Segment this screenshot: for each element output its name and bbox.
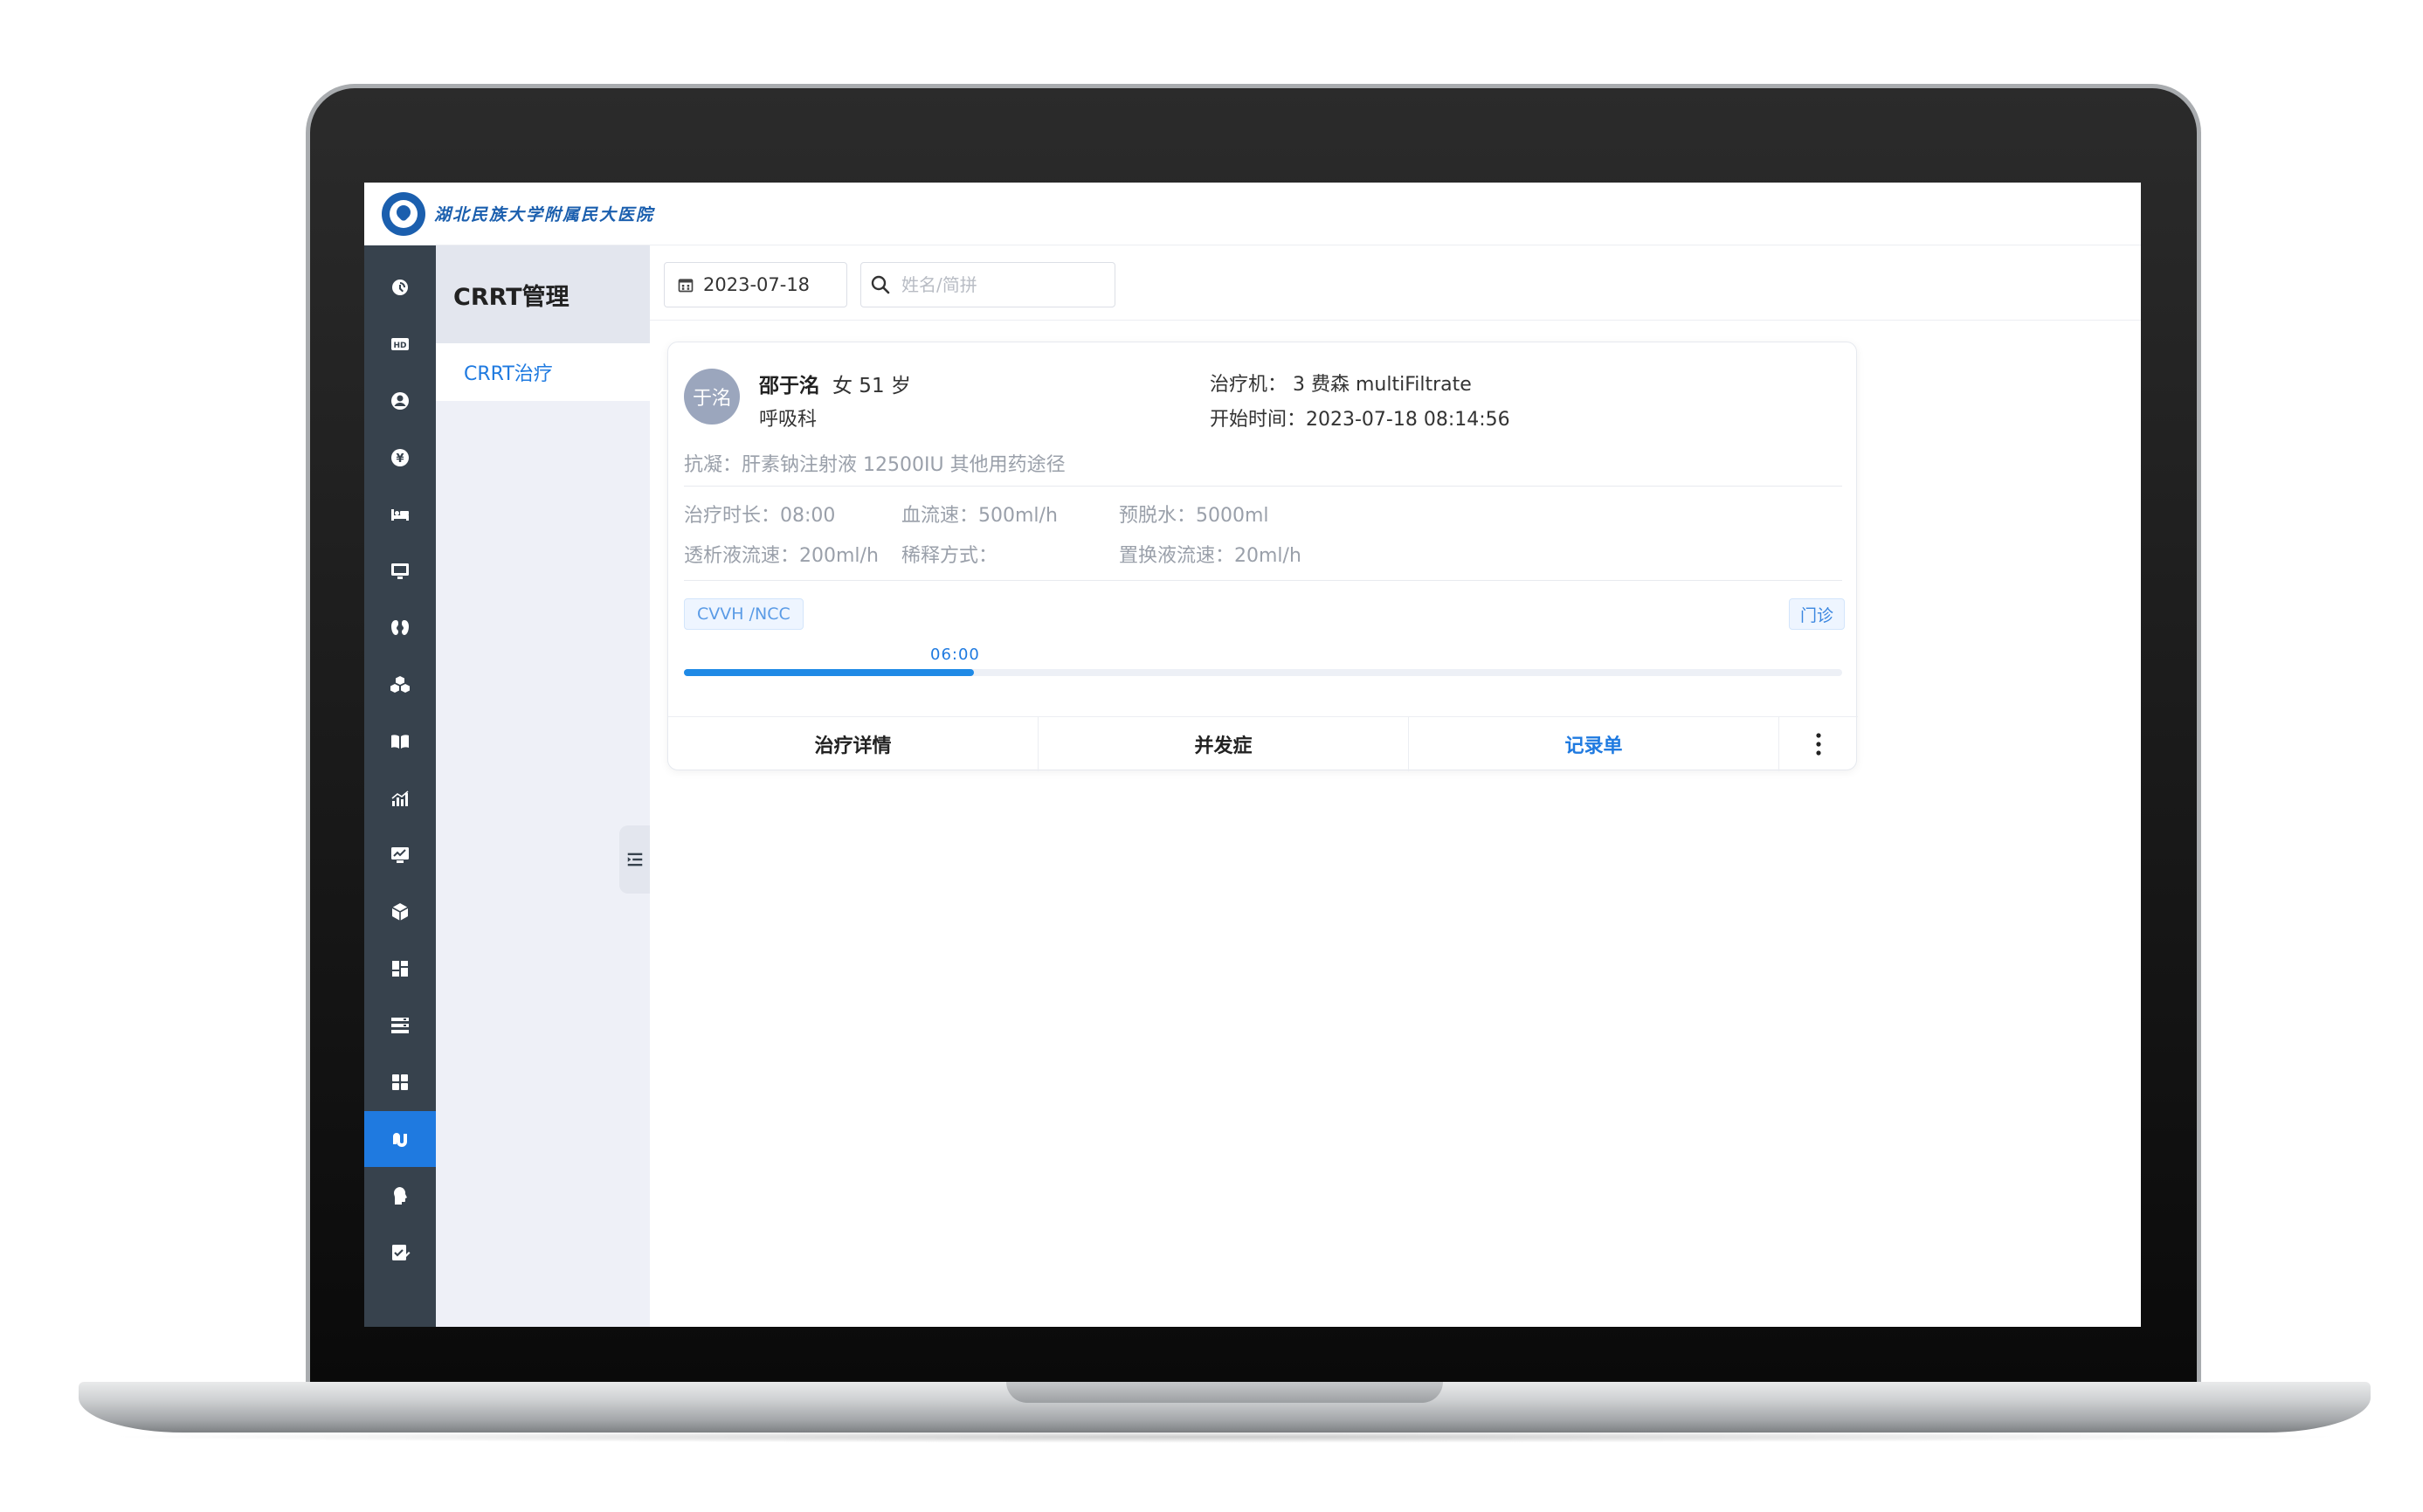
more-vertical-icon — [1816, 733, 1821, 756]
progress-track — [684, 669, 1842, 676]
start-time: 开始时间：2023-07-18 08:14:56 — [1210, 409, 1510, 431]
date-picker[interactable]: 2023-07-18 — [664, 262, 847, 307]
progress-label: 06:00 — [930, 646, 980, 664]
laptop-shadow — [96, 1431, 2353, 1443]
treatment-machine: 治疗机： 3 费森 multiFiltrate — [1210, 374, 1472, 396]
date-value: 2023-07-18 — [703, 274, 811, 295]
yen-icon[interactable]: ¥ — [364, 430, 436, 486]
monitor-icon[interactable] — [364, 543, 436, 599]
kidney-icon[interactable] — [364, 600, 436, 656]
laptop-notch — [1006, 1382, 1443, 1403]
grid-icon[interactable] — [364, 1054, 436, 1110]
svg-text:HD: HD — [393, 342, 406, 350]
app-screen: 湖北民族大学附属民大医院 HD ¥ CRRT管理 CRRT治疗 2023-07-… — [364, 183, 2141, 1327]
patient-department: 呼吸科 — [759, 409, 818, 431]
metric-dilution-mode: 稀释方式： — [901, 545, 998, 567]
mode-tag: CVVH /NCC — [684, 598, 804, 630]
avatar: 于洺 — [684, 369, 740, 425]
anticoagulation: 抗凝：肝素钠注射液 12500IU 其他用药途径 — [684, 454, 1066, 476]
divider — [684, 580, 1842, 581]
collapse-menu-button[interactable] — [619, 825, 650, 894]
dashboard-icon[interactable] — [364, 259, 436, 315]
visit-type-tag: 门诊 — [1789, 598, 1846, 630]
card-footer: 治疗详情 并发症 记录单 — [668, 716, 1858, 771]
treatment-details-button[interactable]: 治疗详情 — [668, 717, 1039, 771]
collapse-icon — [627, 853, 642, 866]
search-box[interactable] — [860, 262, 1115, 307]
main-content: 2023-07-18 于洺 邵于洺 女 51 岁 呼吸科 治疗机： 3 费森 m… — [650, 245, 2141, 1327]
crrt-icon[interactable] — [364, 1111, 436, 1167]
patient-name: 邵于洺 — [759, 375, 819, 397]
metric-dialysate-flow: 透析液流速：200ml/h — [684, 545, 879, 567]
top-bar: 湖北民族大学附属民大医院 — [364, 183, 2141, 245]
patient-card[interactable]: 于洺 邵于洺 女 51 岁 呼吸科 治疗机： 3 费森 multiFiltrat… — [667, 342, 1858, 771]
search-input[interactable] — [901, 274, 1094, 295]
patient-gender-age: 女 51 岁 — [832, 375, 911, 397]
menu-title: CRRT管理 — [436, 245, 650, 343]
user-icon[interactable] — [364, 373, 436, 429]
cubes-icon[interactable] — [364, 657, 436, 713]
book-icon[interactable] — [364, 714, 436, 770]
edit-check-icon[interactable] — [364, 1225, 436, 1281]
submenu-panel: CRRT管理 CRRT治疗 — [436, 245, 650, 1327]
bed-icon[interactable] — [364, 487, 436, 542]
calendar-icon — [678, 279, 694, 293]
metric-duration: 治疗时长：08:00 — [684, 505, 836, 527]
box-icon[interactable] — [364, 884, 436, 940]
bar-chart-icon[interactable] — [364, 770, 436, 826]
head-icon[interactable] — [364, 1168, 436, 1224]
record-sheet-button[interactable]: 记录单 — [1409, 717, 1779, 771]
hospital-logo-icon — [382, 191, 425, 236]
hospital-name: 湖北民族大学附属民大医院 — [434, 205, 655, 224]
metric-replacement-flow: 置换液流速：20ml/h — [1119, 545, 1301, 567]
divider — [684, 486, 1842, 487]
metric-blood-flow: 血流速：500ml/h — [901, 505, 1058, 527]
menu-item-crrt-treatment[interactable]: CRRT治疗 — [436, 343, 650, 401]
icon-sidebar: HD ¥ — [364, 245, 436, 1327]
more-options-button[interactable] — [1779, 717, 1858, 771]
filter-bar: 2023-07-18 — [650, 245, 2141, 321]
list-icon[interactable] — [364, 998, 436, 1053]
trend-monitor-icon[interactable] — [364, 827, 436, 883]
hd-icon[interactable]: HD — [364, 316, 436, 372]
complications-button[interactable]: 并发症 — [1039, 717, 1409, 771]
layout-icon[interactable] — [364, 941, 436, 997]
metric-pre-dehydration: 预脱水：5000ml — [1119, 505, 1269, 527]
svg-text:¥: ¥ — [396, 452, 404, 466]
search-icon — [871, 275, 890, 294]
progress-fill — [684, 669, 974, 676]
